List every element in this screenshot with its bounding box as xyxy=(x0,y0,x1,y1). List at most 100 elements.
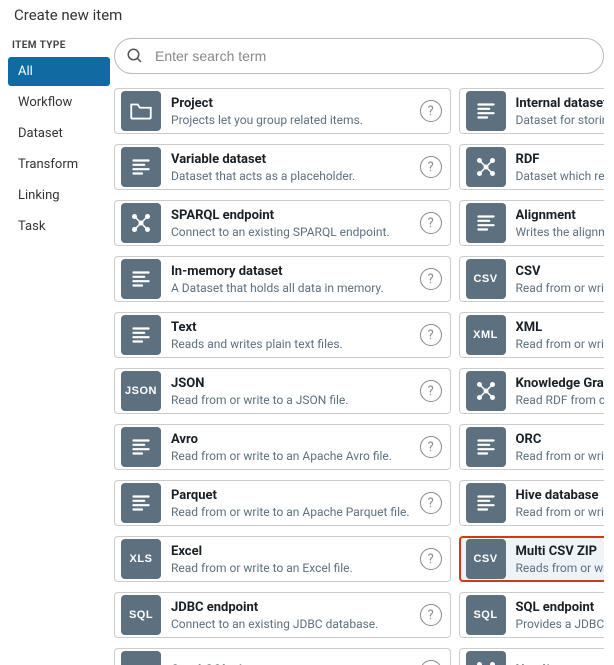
item-card[interactable]: SPARQL endpoint Connect to an existing SP… xyxy=(114,200,451,246)
help-icon[interactable]: ? xyxy=(420,604,442,626)
help-icon[interactable]: ? xyxy=(420,660,442,665)
item-card[interactable]: In-memory dataset A Dataset that holds al… xyxy=(114,256,451,302)
card-description: Dataset that acts as a placeholder. xyxy=(171,169,410,183)
card-description: Dataset for storing entities and links. xyxy=(516,113,604,127)
sidebar-header: ITEM TYPE xyxy=(8,38,110,57)
item-grid: Project Projects let you group related it… xyxy=(114,88,604,665)
card-title: Project xyxy=(171,96,410,111)
item-card[interactable]: ORCRead from or write to an Apache ORC f… xyxy=(459,424,604,470)
card-description: Read from or write to an Excel file. xyxy=(171,561,410,575)
help-icon[interactable]: ? xyxy=(420,156,442,178)
folder-icon xyxy=(121,91,161,131)
item-card[interactable]: Hive database Read from or write to an ex… xyxy=(459,480,604,526)
card-title: Excel xyxy=(171,544,410,559)
card-title: Variable dataset xyxy=(171,152,410,167)
sidebar-item-linking[interactable]: Linking xyxy=(8,181,110,210)
sidebar: ITEM TYPE AllWorkflowDatasetTransformLin… xyxy=(0,38,110,665)
page-title: Create new item xyxy=(0,0,614,38)
card-description: Writes the alignment format. xyxy=(516,225,604,239)
search-icon xyxy=(126,47,144,65)
help-icon[interactable]: ? xyxy=(420,100,442,122)
help-icon[interactable]: ? xyxy=(420,436,442,458)
item-card[interactable]: JSON JSON Read from or write to a JSON fil… xyxy=(114,368,451,414)
card-description: Dataset which retrieves and stores RDF. xyxy=(516,169,604,183)
xml-icon: XML xyxy=(466,315,506,355)
card-title: Text xyxy=(171,320,410,335)
card-description: Read from or write to an Apache Parquet … xyxy=(171,505,410,519)
sql-icon: SQL xyxy=(466,595,506,635)
item-card[interactable]: SQLJDBC endpointConnect to an existing J… xyxy=(114,592,451,638)
item-card[interactable]: Variable dataset Dataset that acts as a p… xyxy=(114,144,451,190)
card-description: Projects let you group related items. xyxy=(171,113,410,127)
item-card[interactable]: Project Projects let you group related it… xyxy=(114,88,451,134)
card-title: JDBC endpoint xyxy=(171,600,410,615)
item-card[interactable]: Avro Read from or write to an Apache Avro… xyxy=(114,424,451,470)
help-icon[interactable]: ? xyxy=(420,380,442,402)
card-title: RDF xyxy=(516,152,604,167)
card-title: SPARQL endpoint xyxy=(171,208,410,223)
item-card[interactable]: XLS Excel Read from or write to an Excel f… xyxy=(114,536,451,582)
main-panel: Project Projects let you group related it… xyxy=(110,38,614,665)
card-title: Parquet xyxy=(171,488,410,503)
sidebar-item-transform[interactable]: Transform xyxy=(8,150,110,179)
card-title: ORC xyxy=(516,432,604,447)
item-card[interactable]: CSV Multi CSV ZIP Reads from or writes to … xyxy=(459,536,604,582)
sidebar-item-all[interactable]: All xyxy=(8,57,110,86)
csv-icon: CSV xyxy=(466,539,506,579)
item-card[interactable]: SQLSparkSQL view? xyxy=(114,648,451,665)
lines-icon xyxy=(466,483,506,523)
item-card[interactable]: Parquet Read from or write to an Apache P… xyxy=(114,480,451,526)
card-title: Hive database xyxy=(516,488,604,503)
item-card[interactable]: Neo4j? xyxy=(459,648,604,665)
help-icon[interactable]: ? xyxy=(420,548,442,570)
item-card[interactable]: SQLSQL endpointProvides a JDBC endpoint … xyxy=(459,592,604,638)
help-icon[interactable]: ? xyxy=(420,324,442,346)
help-icon[interactable]: ? xyxy=(420,212,442,234)
item-card[interactable]: Knowledge Graph Read RDF from or write RD… xyxy=(459,368,604,414)
card-description: Read RDF from or write RDF to a graph. xyxy=(516,393,604,407)
graph-icon xyxy=(466,651,506,665)
json-icon: JSON xyxy=(121,371,161,411)
help-icon[interactable]: ? xyxy=(420,268,442,290)
search-input[interactable] xyxy=(114,38,604,74)
card-title: Multi CSV ZIP xyxy=(516,544,604,559)
sidebar-item-task[interactable]: Task xyxy=(8,212,110,241)
graph-icon xyxy=(466,147,506,187)
card-title: Internal dataset xyxy=(516,96,604,111)
card-description: Read from or write to an existing Hive t… xyxy=(516,505,604,519)
lines-icon xyxy=(466,427,506,467)
lines-icon xyxy=(121,427,161,467)
card-description: Read from or write to a JSON file. xyxy=(171,393,410,407)
card-title: Avro xyxy=(171,432,410,447)
sidebar-item-dataset[interactable]: Dataset xyxy=(8,119,110,148)
card-description: Reads from or writes to multiple CSVs in… xyxy=(516,561,604,575)
card-description: Reads and writes plain text files. xyxy=(171,337,410,351)
card-title: XML xyxy=(516,320,604,335)
lines-icon xyxy=(121,315,161,355)
xls-icon: XLS xyxy=(121,539,161,579)
item-card[interactable]: XML XML Read from or write to an XML file.… xyxy=(459,312,604,358)
help-icon[interactable]: ? xyxy=(420,492,442,514)
graph-icon xyxy=(466,371,506,411)
item-card[interactable]: RDF Dataset which retrieves and stores RD… xyxy=(459,144,604,190)
item-card[interactable]: AlignmentWrites the alignment format.? xyxy=(459,200,604,246)
lines-icon xyxy=(466,203,506,243)
card-title: Knowledge Graph xyxy=(516,376,604,391)
card-title: In-memory dataset xyxy=(171,264,410,279)
lines-icon xyxy=(466,91,506,131)
card-title: JSON xyxy=(171,376,410,391)
lines-icon xyxy=(121,259,161,299)
item-card[interactable]: Text Reads and writes plain text files.? xyxy=(114,312,451,358)
card-description: A Dataset that holds all data in memory. xyxy=(171,281,410,295)
csv-icon: CSV xyxy=(466,259,506,299)
graph-icon xyxy=(121,203,161,243)
card-description: Connect to an existing SPARQL endpoint. xyxy=(171,225,410,239)
card-description: Provides a JDBC endpoint for SQL. xyxy=(516,617,604,631)
card-description: Read from or write to an Apache Avro fil… xyxy=(171,449,410,463)
card-description: Read from or write to an CSV file. xyxy=(516,281,604,295)
sidebar-item-workflow[interactable]: Workflow xyxy=(8,88,110,117)
card-description: Read from or write to an XML file. xyxy=(516,337,604,351)
card-description: Connect to an existing JDBC database. xyxy=(171,617,410,631)
item-card[interactable]: Internal dataset Dataset for storing enti… xyxy=(459,88,604,134)
item-card[interactable]: CSVCSVRead from or write to an CSV file.… xyxy=(459,256,604,302)
